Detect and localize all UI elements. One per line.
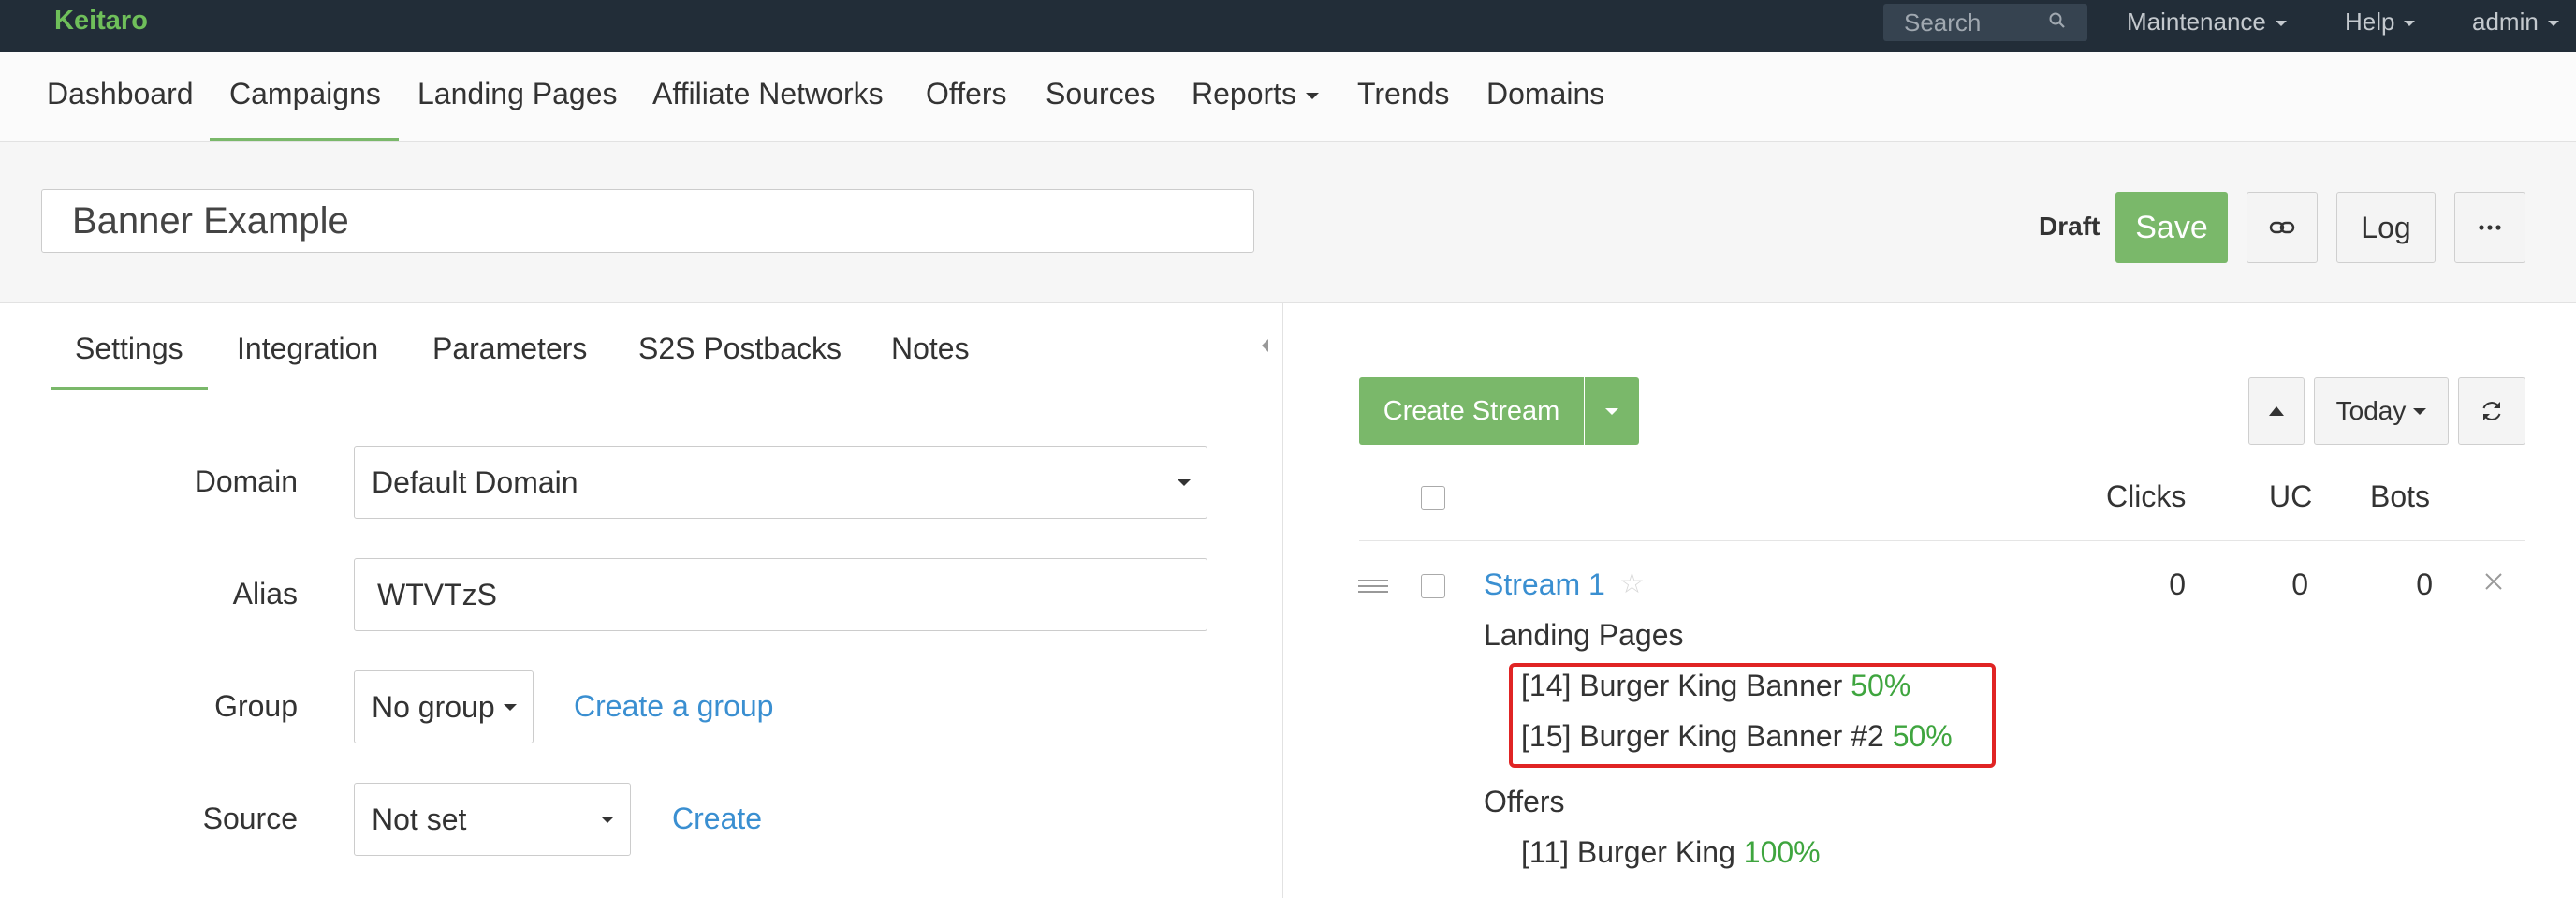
top-bar: Keitaro Maintenance Help admin: [0, 0, 2576, 52]
annotation-highlight-box: [1509, 663, 1996, 768]
chevron-down-icon: [2404, 21, 2416, 27]
help-menu-label: Help: [2345, 7, 2395, 36]
nav-affiliate-networks[interactable]: Affiliate Networks: [652, 77, 884, 111]
link-icon: [2269, 221, 2295, 234]
search-icon[interactable]: [2048, 11, 2067, 30]
chevron-down-icon: [2275, 21, 2287, 27]
admin-menu-label: admin: [2472, 7, 2539, 36]
nav-reports-label: Reports: [1192, 77, 1297, 110]
log-button[interactable]: Log: [2336, 192, 2436, 263]
create-source-link[interactable]: Create: [672, 802, 762, 836]
nav-domains[interactable]: Domains: [1486, 77, 1604, 111]
domain-select-value: Default Domain: [372, 464, 578, 499]
domain-select[interactable]: Default Domain: [354, 446, 1208, 519]
chevron-down-icon: [601, 817, 614, 823]
copy-link-button[interactable]: [2247, 192, 2318, 263]
chevron-down-icon: [2413, 407, 2427, 415]
stream-clicks: 0: [2169, 567, 2186, 601]
maintenance-menu[interactable]: Maintenance: [2127, 7, 2287, 37]
admin-menu[interactable]: admin: [2472, 7, 2559, 37]
search-input[interactable]: [1883, 4, 2063, 41]
nav-reports[interactable]: Reports: [1192, 77, 1320, 111]
collapse-panel-icon[interactable]: [1262, 339, 1268, 352]
alias-field-value: WTVTzS: [377, 577, 497, 611]
source-label: Source: [202, 802, 298, 835]
column-header-uc[interactable]: UC: [2269, 479, 2312, 514]
nav-landing-pages[interactable]: Landing Pages: [417, 77, 618, 111]
period-select-value: Today: [2335, 396, 2407, 425]
group-select-value: No group: [372, 689, 495, 724]
create-stream-button[interactable]: Create Stream: [1359, 377, 1584, 445]
active-nav-indicator: [210, 138, 399, 141]
stream-bots: 0: [2416, 567, 2433, 601]
status-badge: Draft: [2039, 212, 2100, 241]
nav-sources[interactable]: Sources: [1046, 77, 1155, 111]
domain-label: Domain: [194, 464, 298, 498]
chevron-down-icon: [1306, 93, 1320, 100]
triangle-up-icon: [2269, 406, 2284, 416]
nav-trends[interactable]: Trends: [1357, 77, 1449, 111]
offer-share: 100%: [1743, 835, 1821, 869]
refresh-button[interactable]: [2458, 377, 2525, 445]
move-up-button[interactable]: [2248, 377, 2305, 445]
refresh-icon: [2482, 402, 2501, 420]
tab-notes[interactable]: Notes: [891, 331, 970, 366]
tab-parameters[interactable]: Parameters: [432, 331, 587, 366]
select-all-checkbox[interactable]: [1421, 486, 1445, 510]
group-label: Group: [214, 689, 298, 723]
more-button[interactable]: [2454, 192, 2525, 263]
tab-s2s-postbacks[interactable]: S2S Postbacks: [638, 331, 842, 366]
column-header-clicks[interactable]: Clicks: [2106, 479, 2186, 514]
offers-heading: Offers: [1484, 785, 1565, 818]
maintenance-menu-label: Maintenance: [2127, 7, 2266, 36]
stream-uc: 0: [2291, 567, 2308, 601]
save-button[interactable]: Save: [2115, 192, 2228, 263]
source-select-value: Not set: [372, 802, 467, 836]
active-tab-indicator: [51, 387, 208, 390]
column-header-bots[interactable]: Bots: [2370, 479, 2430, 514]
close-icon[interactable]: [2484, 572, 2503, 591]
table-divider: [1359, 540, 2525, 541]
alias-field[interactable]: WTVTzS: [354, 558, 1208, 631]
tab-integration[interactable]: Integration: [237, 331, 378, 366]
stream-name-link[interactable]: Stream 1: [1484, 567, 1605, 602]
offer-item[interactable]: [11] Burger King 100%: [1521, 835, 1821, 870]
tab-settings[interactable]: Settings: [75, 331, 183, 366]
create-stream-dropdown[interactable]: [1585, 377, 1639, 445]
star-icon[interactable]: ☆: [1619, 567, 1645, 600]
help-menu[interactable]: Help: [2345, 7, 2416, 37]
source-select[interactable]: Not set: [354, 783, 631, 856]
stream-checkbox[interactable]: [1421, 574, 1445, 598]
more-icon: [2479, 225, 2501, 230]
chevron-down-icon: [504, 704, 517, 711]
offer-label: [11] Burger King: [1521, 835, 1735, 869]
nav-dashboard[interactable]: Dashboard: [47, 77, 194, 111]
brand-logo[interactable]: Keitaro: [54, 6, 148, 37]
create-group-link[interactable]: Create a group: [574, 689, 773, 724]
campaign-name-input[interactable]: [41, 189, 1254, 253]
landing-pages-heading: Landing Pages: [1484, 618, 1684, 652]
chevron-down-icon: [2547, 21, 2559, 27]
main-nav: Dashboard Campaigns Landing Pages Affili…: [0, 52, 2576, 142]
chevron-down-icon: [1605, 407, 1618, 415]
chevron-down-icon: [1178, 479, 1191, 486]
drag-handle-icon[interactable]: [1358, 579, 1388, 594]
nav-offers[interactable]: Offers: [926, 77, 1007, 111]
alias-label: Alias: [232, 577, 298, 611]
nav-campaigns[interactable]: Campaigns: [229, 77, 381, 111]
period-select[interactable]: Today: [2314, 377, 2449, 445]
